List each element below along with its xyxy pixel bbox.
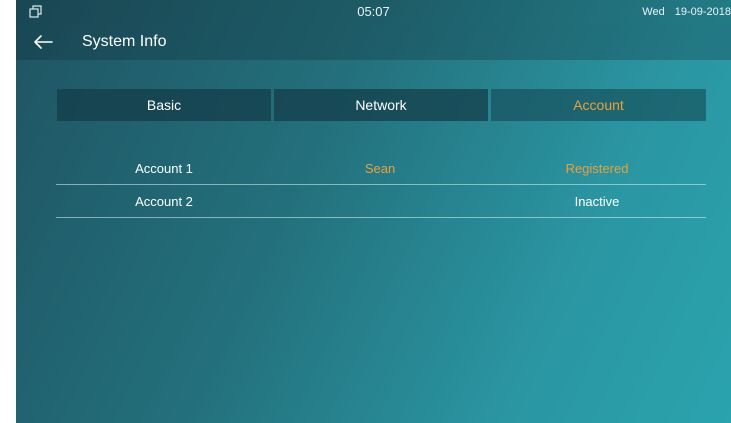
status-day: Wed — [642, 6, 665, 18]
tab-bar: Basic Network Account — [57, 89, 706, 121]
account-name: Account 2 — [135, 194, 193, 209]
status-bar: 05:07 Wed 19-09-2018 — [16, 0, 731, 24]
status-date: Wed 19-09-2018 — [642, 6, 731, 18]
title-bar: System Info — [16, 24, 731, 60]
account-list: Account 1 Sean Registered Account 2 Inac… — [56, 152, 706, 218]
tab-basic[interactable]: Basic — [57, 89, 271, 121]
status-date-value: 19-09-2018 — [674, 6, 731, 18]
account-row: Account 1 Sean Registered — [56, 152, 706, 185]
page-title: System Info — [82, 33, 167, 50]
account-status: Inactive — [574, 194, 620, 209]
account-user: Sean — [364, 161, 396, 176]
tab-account[interactable]: Account — [491, 89, 706, 121]
system-info-screen: 05:07 Wed 19-09-2018 System Info Basic Ne… — [16, 0, 731, 423]
status-time: 05:07 — [357, 4, 390, 19]
account-status: Registered — [565, 161, 629, 176]
tab-network[interactable]: Network — [274, 89, 488, 121]
arrow-left-icon — [34, 35, 53, 49]
account-row: Account 2 Inactive — [56, 185, 706, 218]
account-name: Account 1 — [135, 161, 193, 176]
back-button[interactable] — [32, 32, 54, 52]
